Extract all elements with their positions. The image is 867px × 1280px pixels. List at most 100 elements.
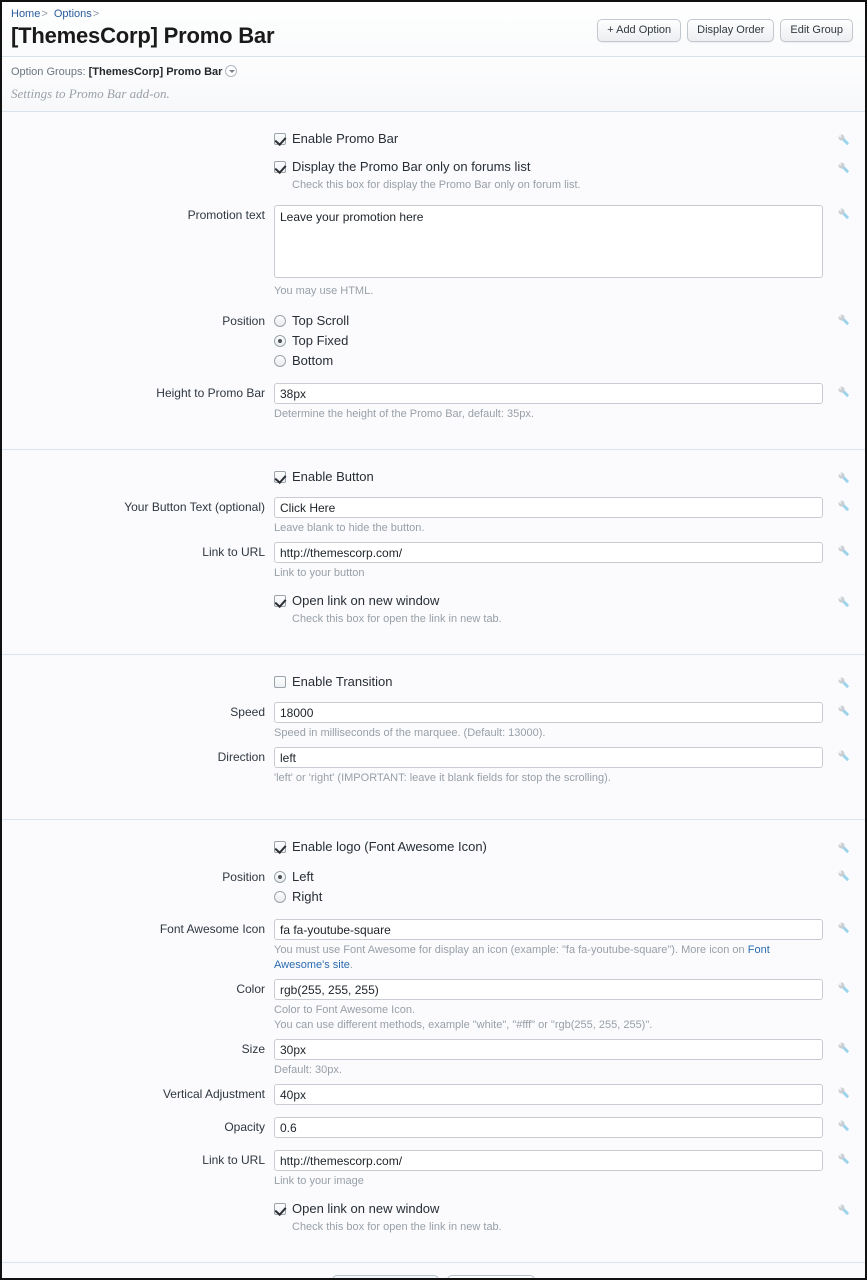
row-speed: Speed Speed in milliseconds of the marqu… [2,699,865,744]
direction-input[interactable] [274,747,823,768]
breadcrumb-item-home[interactable]: Home [11,8,40,20]
display-order-button[interactable]: Display Order [687,19,775,42]
logo-position-label-right: Right [292,889,323,904]
enable-transition-checkbox-row[interactable]: Enable Transition [274,674,789,690]
section-promo-bar: Enable Promo Bar Display the Promo Bar o… [2,112,865,449]
option-groups-value: [ThemesCorp] Promo Bar [88,66,223,78]
row-enable-transition: Enable Transition [2,671,865,693]
wrench-icon[interactable] [835,1117,853,1135]
wrench-icon[interactable] [835,131,853,149]
save-changes-button[interactable]: Save Changes [332,1275,439,1278]
position-radio-top-fixed[interactable] [274,335,286,347]
row-control: Enable Transition [274,674,829,690]
vertical-adjustment-input[interactable] [274,1084,823,1105]
row-label-empty [2,159,274,162]
breadcrumb-item-options[interactable]: Options [54,8,92,20]
enable-promo-bar-checkbox-row[interactable]: Enable Promo Bar [274,131,789,147]
enable-logo-checkbox-row[interactable]: Enable logo (Font Awesome Icon) [274,839,789,855]
display-only-forums-hint: Check this box for display the Promo Bar… [292,179,581,191]
chevron-down-icon[interactable] [225,65,238,77]
opacity-input[interactable] [274,1117,823,1138]
row-label-empty [2,674,274,677]
logo-position-option-right[interactable]: Right [274,887,789,907]
row-height: Height to Promo Bar Determine the height… [2,380,865,425]
logo-open-new-window-hint: Check this box for open the link in new … [292,1221,502,1233]
wrench-icon[interactable] [835,1039,853,1057]
wrench-icon[interactable] [835,1150,853,1168]
fa-icon-hint-post: . [349,959,353,971]
header-actions: + Add Option Display Order Edit Group [597,19,853,42]
wrench-icon[interactable] [835,867,853,885]
logo-link-input[interactable] [274,1150,823,1171]
wrench-icon[interactable] [835,383,853,401]
wrench-icon[interactable] [835,702,853,720]
wrench-icon[interactable] [835,159,853,177]
wrench-icon[interactable] [835,674,853,692]
wrench-icon[interactable] [835,1201,853,1219]
enable-promo-bar-checkbox[interactable] [274,133,286,145]
color-input[interactable] [274,979,823,1000]
position-option-top-fixed[interactable]: Top Fixed [274,331,789,351]
row-control: Top Scroll Top Fixed Bottom [274,311,829,371]
row-label-empty [2,1201,274,1204]
row-promotion-text: Promotion text You may use HTML. [2,202,865,302]
button-link-input[interactable] [274,542,823,563]
wrench-icon[interactable] [835,919,853,937]
logo-open-new-window-checkbox-row[interactable]: Open link on new window [274,1201,789,1217]
position-radio-bottom[interactable] [274,355,286,367]
speed-input[interactable] [274,702,823,723]
enable-button-checkbox[interactable] [274,471,286,483]
button-text-input[interactable] [274,497,823,518]
row-control: Leave blank to hide the button. [274,497,829,536]
row-control: Enable logo (Font Awesome Icon) [274,839,829,855]
wrench-icon[interactable] [835,497,853,515]
wrench-icon[interactable] [835,1084,853,1102]
position-label-bottom: Bottom [292,353,334,368]
enable-transition-checkbox[interactable] [274,676,286,688]
wrench-icon[interactable] [835,469,853,487]
wrench-icon[interactable] [835,839,853,857]
row-button-open-new-window: Open link on new window Check this box f… [2,590,865,630]
button-open-new-window-label: Open link on new window [292,593,440,608]
position-radio-top-scroll[interactable] [274,315,286,327]
row-display-only-forums: Display the Promo Bar only on forums lis… [2,156,865,196]
wrench-icon[interactable] [835,747,853,765]
logo-open-new-window-checkbox[interactable] [274,1203,286,1215]
fa-icon-input[interactable] [274,919,823,940]
wrench-icon[interactable] [835,205,853,223]
button-open-new-window-hint: Check this box for open the link in new … [292,613,502,625]
add-option-button[interactable]: + Add Option [597,19,682,42]
direction-label: Direction [217,750,265,764]
size-input[interactable] [274,1039,823,1060]
logo-position-radio-right[interactable] [274,891,286,903]
row-opacity: Opacity [2,1114,865,1141]
page-header: Home> Options> [ThemesCorp] Promo Bar + … [2,2,865,49]
position-label: Position [222,314,265,328]
promotion-text-textarea[interactable] [274,205,823,278]
wrench-icon[interactable] [835,542,853,560]
logo-position-label: Position [222,870,265,884]
admin-page: Home> Options> [ThemesCorp] Promo Bar + … [0,0,867,1280]
wrench-icon[interactable] [835,979,853,997]
cancel-button[interactable]: Cancel [446,1275,535,1278]
display-only-forums-checkbox-row[interactable]: Display the Promo Bar only on forums lis… [274,159,789,175]
position-option-bottom[interactable]: Bottom [274,351,789,371]
display-only-forums-checkbox[interactable] [274,161,286,173]
fa-icon-label: Font Awesome Icon [159,922,265,936]
height-input[interactable] [274,383,823,404]
direction-hint: 'left' or 'right' (IMPORTANT: leave it b… [274,772,611,784]
edit-group-button[interactable]: Edit Group [780,19,853,42]
logo-position-radio-left[interactable] [274,871,286,883]
row-control: Open link on new window Check this box f… [274,593,829,627]
button-open-new-window-checkbox[interactable] [274,595,286,607]
color-label: Color [236,982,265,996]
enable-button-checkbox-row[interactable]: Enable Button [274,469,789,485]
section-logo: Enable logo (Font Awesome Icon) Position [2,819,865,1262]
button-open-new-window-checkbox-row[interactable]: Open link on new window [274,593,789,609]
logo-link-label: Link to URL [202,1153,265,1167]
position-option-top-scroll[interactable]: Top Scroll [274,311,789,331]
wrench-icon[interactable] [835,593,853,611]
wrench-icon[interactable] [835,311,853,329]
enable-logo-checkbox[interactable] [274,841,286,853]
logo-position-option-left[interactable]: Left [274,867,789,887]
